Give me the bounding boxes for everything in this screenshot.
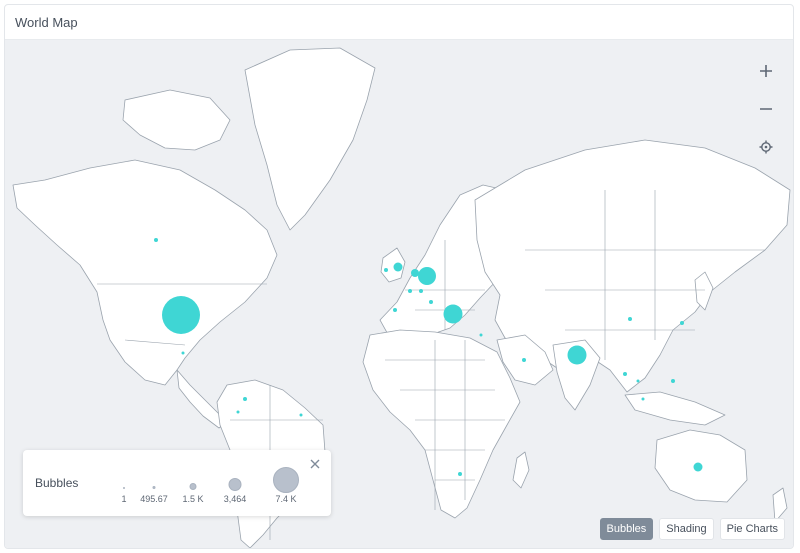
bubble-netherlands[interactable] — [411, 269, 419, 277]
bubble-mexico[interactable] — [181, 351, 185, 355]
bubble-china[interactable] — [628, 317, 632, 321]
bubble-colombia[interactable] — [243, 397, 247, 401]
madagascar-landmass — [512, 451, 530, 489]
bubble-greece[interactable] — [443, 304, 463, 324]
bubble-vietnam[interactable] — [636, 379, 640, 383]
minus-icon — [760, 108, 772, 110]
bubble-brazil[interactable] — [299, 413, 303, 417]
zoom-in-button[interactable] — [755, 60, 777, 82]
bubble-india[interactable] — [567, 345, 587, 365]
world-map-card: World Map Bubbles 1 495.67 1.5 K 3,464 7… — [4, 4, 794, 549]
card-title: World Map — [15, 14, 78, 30]
legend-item: 3,464 — [210, 460, 260, 510]
card-header: World Map — [5, 5, 793, 40]
shading-mode-button[interactable]: Shading — [659, 518, 714, 540]
bubble-philippines[interactable] — [671, 379, 675, 383]
map-area[interactable]: Bubbles 1 495.67 1.5 K 3,464 7.4 K Bubbl… — [5, 40, 793, 548]
bubble-italy[interactable] — [429, 300, 433, 304]
africa-landmass — [362, 329, 521, 519]
legend-bubble — [152, 486, 156, 489]
bubble-switzerland[interactable] — [419, 289, 423, 293]
bubble-israel[interactable] — [479, 333, 483, 337]
bubble-canada[interactable] — [154, 238, 158, 242]
legend-item: 7.4 K — [261, 460, 311, 510]
legend-title: Bubbles — [35, 476, 79, 490]
bubble-germany[interactable] — [418, 267, 436, 285]
legend-label: 7.4 K — [275, 494, 297, 504]
bubbles-mode-button[interactable]: Bubbles — [599, 518, 654, 540]
locate-button[interactable] — [755, 136, 777, 158]
pie-charts-mode-button[interactable]: Pie Charts — [719, 518, 785, 540]
southeast-asia-islands — [624, 391, 726, 426]
bubble-france[interactable] — [408, 289, 412, 293]
bubble-singapore[interactable] — [641, 397, 645, 401]
bubble-portugal[interactable] — [393, 308, 397, 312]
legend-bubble — [228, 478, 242, 491]
legend-bubble — [123, 487, 125, 489]
bubble-australia[interactable] — [693, 462, 703, 472]
greenland-landmass — [244, 47, 376, 231]
bubble-united-states[interactable] — [162, 296, 200, 334]
bubble-legend: Bubbles 1 495.67 1.5 K 3,464 7.4 K — [23, 450, 331, 516]
crosshair-icon — [759, 140, 773, 154]
north-america-landmass — [12, 159, 278, 386]
bubble-uae[interactable] — [522, 358, 526, 362]
plus-icon — [760, 65, 772, 77]
bubble-ireland[interactable] — [384, 268, 388, 272]
zoom-out-button[interactable] — [755, 98, 777, 120]
bubble-thailand[interactable] — [623, 372, 627, 376]
bubble-south-africa[interactable] — [458, 472, 462, 476]
legend-bubble — [273, 467, 299, 493]
visualization-mode-switch: Bubbles Shading Pie Charts — [599, 518, 785, 540]
canada-islands — [122, 89, 231, 151]
new-zealand-landmass — [772, 487, 788, 523]
legend-label: 3,464 — [223, 494, 247, 504]
bubble-south-korea[interactable] — [680, 321, 684, 325]
bubble-united-kingdom[interactable] — [393, 262, 403, 272]
legend-bubble — [189, 483, 197, 490]
bubble-peru[interactable] — [236, 410, 240, 414]
